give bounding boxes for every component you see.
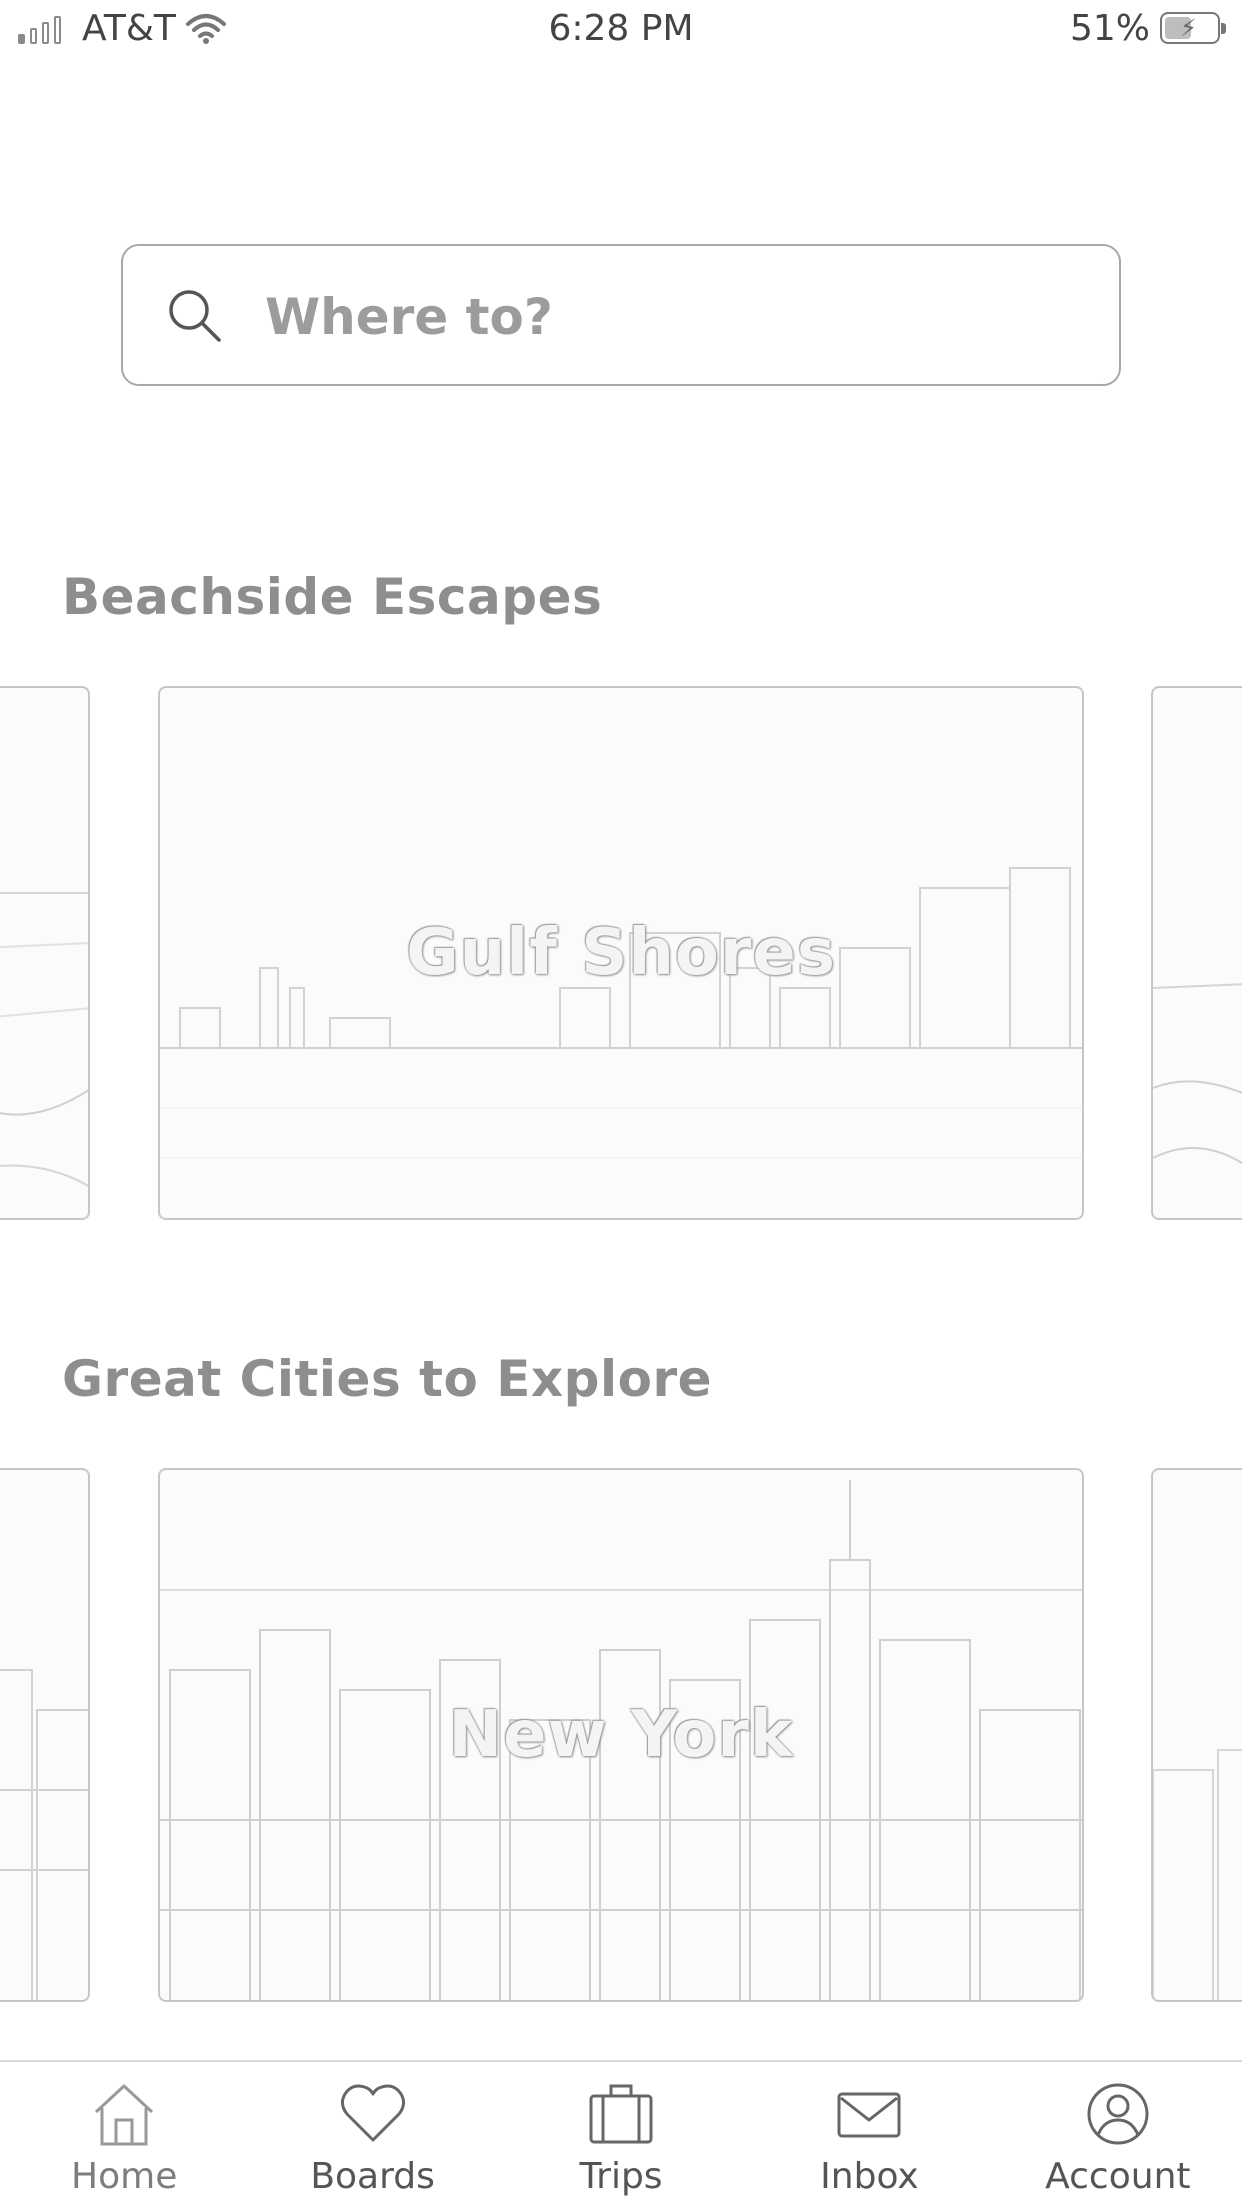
status-time: 6:28 PM xyxy=(548,8,694,49)
destination-card-gulf-shores[interactable]: Gulf Shores xyxy=(158,686,1084,1220)
destination-card-new-york[interactable]: New York xyxy=(158,1468,1084,2002)
status-bar: AT&T 6:28 PM 51% ⚡ xyxy=(0,0,1242,60)
destination-card-previous[interactable] xyxy=(0,1468,90,2002)
destination-card-previous[interactable] xyxy=(0,686,90,1220)
tab-trips[interactable]: Trips xyxy=(497,2062,745,2210)
tab-inbox[interactable]: Inbox xyxy=(745,2062,993,2210)
search-icon xyxy=(165,286,225,350)
tab-label: Boards xyxy=(310,2156,435,2197)
tab-home[interactable]: Home xyxy=(0,2062,248,2210)
battery-percentage: 51% xyxy=(1069,8,1150,49)
carousel-beachside-escapes[interactable]: Gulf Shores xyxy=(0,686,1242,1220)
destination-card-label: Gulf Shores xyxy=(406,916,836,990)
carousel-great-cities[interactable]: New York xyxy=(0,1468,1242,2002)
battery-icon: ⚡ xyxy=(1160,12,1226,44)
destination-card-next[interactable] xyxy=(1151,686,1242,1220)
suitcase-icon xyxy=(585,2080,657,2152)
envelope-icon xyxy=(833,2080,905,2152)
tab-label: Home xyxy=(71,2156,178,2197)
charging-bolt-icon: ⚡ xyxy=(1180,14,1197,42)
tab-label: Inbox xyxy=(820,2156,919,2197)
tab-account[interactable]: Account xyxy=(994,2062,1242,2210)
heart-icon xyxy=(337,2080,409,2152)
tab-label: Trips xyxy=(579,2156,663,2197)
search-input[interactable] xyxy=(263,274,1067,360)
tab-label: Account xyxy=(1045,2156,1191,2197)
destination-card-label: New York xyxy=(448,1698,794,1772)
destination-card-next[interactable] xyxy=(1151,1468,1242,2002)
section-title-great-cities: Great Cities to Explore xyxy=(62,1350,713,1408)
home-icon xyxy=(88,2080,160,2152)
user-circle-icon xyxy=(1082,2080,1154,2152)
search-box[interactable] xyxy=(121,244,1121,386)
bottom-tab-bar: Home Boards Trips Inbox Account xyxy=(0,2060,1242,2210)
tab-boards[interactable]: Boards xyxy=(248,2062,496,2210)
section-title-beachside-escapes: Beachside Escapes xyxy=(62,568,603,626)
